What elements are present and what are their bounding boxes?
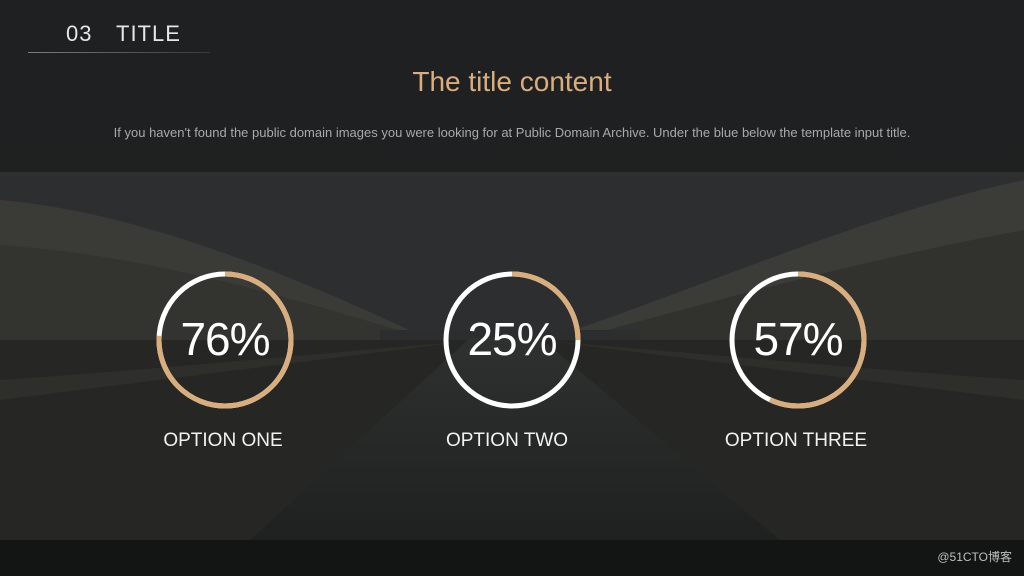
gauge-label-option-one: OPTION ONE: [163, 430, 283, 451]
bottom-bar: [0, 540, 1024, 576]
page-title: The title content: [412, 66, 612, 97]
gauge-option-one: 76%: [155, 270, 295, 410]
gauge-option-three: 57%: [728, 270, 868, 410]
watermark: @51CTO博客: [937, 550, 1012, 564]
slide: 03 TITLE The title content If you haven'…: [0, 0, 1024, 540]
gauge-label-option-three: OPTION THREE: [724, 430, 868, 451]
section-title: TITLE: [116, 21, 181, 46]
gauge-value: 76%: [180, 313, 270, 365]
gauge-value: 25%: [467, 313, 557, 365]
section-divider: [28, 52, 210, 53]
page-subtitle: If you haven't found the public domain i…: [113, 125, 911, 140]
section-header: 03 TITLE: [28, 16, 210, 54]
gauge-option-two: 25%: [442, 270, 582, 410]
gauge-value: 57%: [753, 313, 843, 365]
section-number: 03: [66, 21, 93, 46]
gauge-label-option-two: OPTION TWO: [445, 430, 569, 451]
